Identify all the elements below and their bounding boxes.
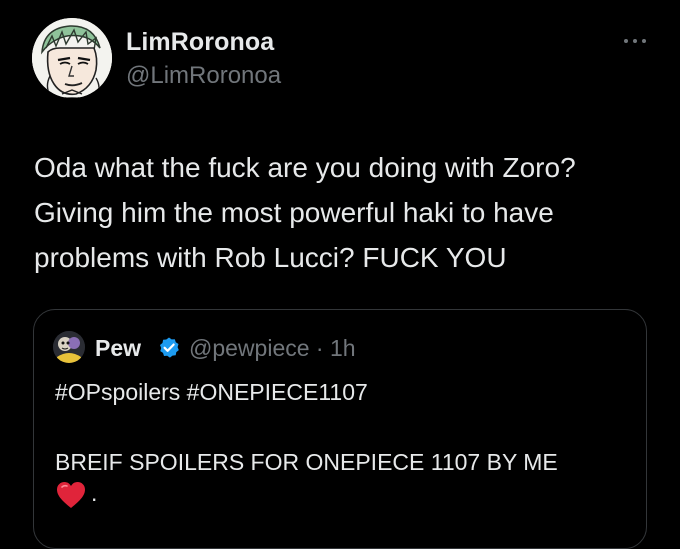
pew-avatar-icon xyxy=(53,331,85,363)
quoted-spoiler-text: BREIF SPOILERS FOR ONEPIECE 1107 BY ME xyxy=(55,449,558,475)
red-heart-icon xyxy=(57,482,85,508)
more-icon[interactable] xyxy=(621,33,649,49)
author-avatar[interactable] xyxy=(32,18,112,98)
quoted-trailing-text: . xyxy=(91,480,98,507)
quoted-tweet[interactable]: Pew @pewpiece · 1h #OPspoilers #ONEPIECE… xyxy=(33,309,647,549)
author-handle[interactable]: @LimRoronoa xyxy=(126,62,281,90)
tweet-text-line: problems with Rob Lucci? FUCK YOU xyxy=(34,242,507,273)
tweet-text-line: Oda what the fuck are you doing with Zor… xyxy=(34,152,576,183)
tweet: LimRoronoa @LimRoronoa Oda what the fuck… xyxy=(0,0,680,549)
quoted-handle-time[interactable]: @pewpiece · 1h xyxy=(189,335,356,362)
quoted-heart-line: . xyxy=(55,480,97,510)
tweet-text-line: Giving him the most powerful haki to hav… xyxy=(34,197,554,228)
quoted-author-avatar[interactable] xyxy=(53,331,85,363)
zoro-avatar-icon xyxy=(32,18,112,98)
quoted-author-name[interactable]: Pew xyxy=(95,335,141,362)
tweet-text: Oda what the fuck are you doing with Zor… xyxy=(34,145,674,280)
quoted-hashtags[interactable]: #OPspoilers #ONEPIECE1107 xyxy=(55,379,368,406)
author-display-name[interactable]: LimRoronoa xyxy=(126,28,274,57)
verified-badge-icon xyxy=(160,337,179,358)
